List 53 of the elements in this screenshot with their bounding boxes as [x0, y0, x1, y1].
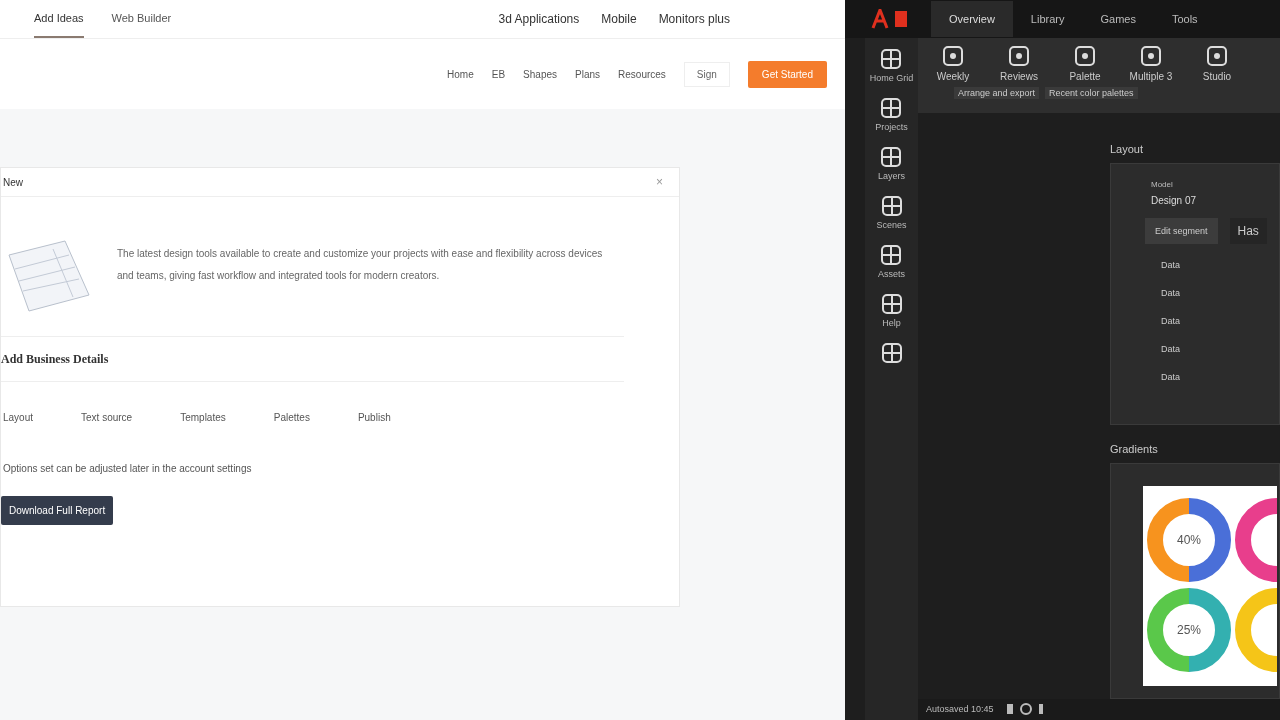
app-tab[interactable]: Library	[1012, 1, 1083, 37]
nav-link[interactable]: Resources	[618, 68, 666, 80]
nav-link[interactable]: Monitors plus	[658, 12, 730, 26]
ring-label: 40%	[1177, 532, 1201, 547]
list-item[interactable]: Edit segment	[1145, 217, 1218, 244]
download-button[interactable]: Download Full Report	[1, 496, 114, 525]
toolbar-caption: Arrange and export	[954, 87, 1040, 99]
section-title: Gradients	[1110, 442, 1159, 455]
app-tab[interactable]: Overview	[931, 1, 1013, 37]
toolbar-button[interactable]: Weekly	[924, 44, 982, 83]
field-value: Design 07	[1151, 194, 1198, 206]
nav-tab[interactable]: Web Builder	[111, 0, 172, 38]
nav-link[interactable]: Shapes	[523, 68, 557, 80]
app-tab[interactable]: Games	[1082, 1, 1154, 37]
nav-link[interactable]: 3d Applications	[498, 12, 580, 26]
nav-link[interactable]: EB	[491, 68, 506, 80]
field-label: Model	[1151, 179, 1174, 189]
field-label: Palettes	[273, 412, 310, 423]
toolbar-button[interactable]: Multiple 3	[1122, 44, 1180, 83]
card-title: New	[3, 176, 23, 188]
nav-tab[interactable]: Add Ideas	[34, 0, 84, 38]
list-item[interactable]: Data	[1145, 341, 1218, 356]
app-tab[interactable]: Tools	[1153, 1, 1216, 37]
nav-link[interactable]: Mobile	[601, 12, 637, 26]
rail-label: Home Grid	[869, 73, 914, 83]
toolbar-button[interactable]: Reviews	[990, 44, 1048, 83]
note-text: Options set can be adjusted later in the account settings	[3, 463, 253, 474]
status-text: Autosaved 10:45	[926, 704, 994, 715]
panel-tab[interactable]: Has	[1229, 217, 1267, 244]
rail-label: Scenes	[876, 220, 907, 230]
list-item[interactable]: Data	[1145, 313, 1218, 328]
toolbar-button[interactable]: Palette	[1056, 44, 1114, 83]
field-label: Publish	[357, 412, 391, 423]
field-label: Text source	[81, 412, 133, 423]
nav-link[interactable]: Plans	[575, 68, 601, 80]
status-icons	[1005, 703, 1046, 716]
toolbar-button[interactable]: Studio	[1188, 44, 1246, 83]
sign-in-button[interactable]: Sign	[683, 61, 730, 87]
field-label: Layout	[3, 412, 34, 423]
rail-label: Help	[882, 318, 901, 328]
toolbar-caption: Recent color palettes	[1045, 87, 1138, 99]
section-title: Add Business Details	[1, 351, 109, 367]
rail-label: Layers	[878, 171, 905, 181]
ring-label: 25%	[1177, 622, 1201, 637]
description-text: The latest design tools available to create and customize your projects with ease and flexibility across devices and teams, giving fast workflow and integrated tools for modern creators.	[117, 247, 604, 283]
nav-link[interactable]: Home	[447, 68, 474, 80]
rail-label: Projects	[875, 122, 908, 132]
rail-label: Assets	[878, 269, 905, 279]
list-item[interactable]: Data	[1145, 257, 1218, 272]
list-item[interactable]: Data	[1145, 369, 1218, 384]
field-label: Templates	[180, 412, 226, 423]
section-title: Layout	[1110, 142, 1145, 155]
list-item[interactable]: Data	[1145, 285, 1218, 300]
